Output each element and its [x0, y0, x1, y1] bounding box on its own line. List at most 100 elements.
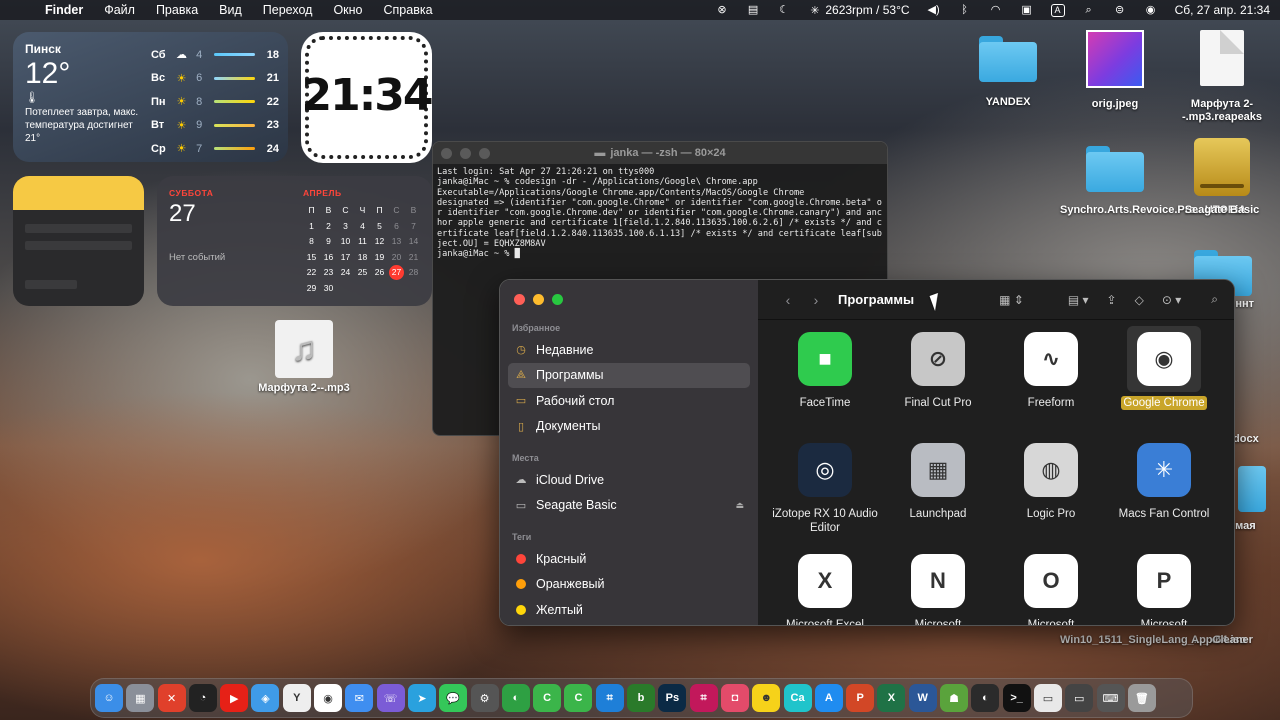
- dock-mail-icon[interactable]: ✉: [345, 684, 374, 712]
- share-icon[interactable]: ⇪: [1107, 293, 1117, 307]
- dock-youtube-icon[interactable]: ▶: [220, 684, 249, 712]
- desktop-drive-seagate[interactable]: Seagate Basic: [1167, 138, 1277, 217]
- calendar-widget[interactable]: СУББОТА 27 Нет событий АПРЕЛЬ ПВСЧПСВ 12…: [157, 176, 432, 306]
- app-item[interactable]: ✳ Macs Fan Control: [1107, 443, 1221, 521]
- app-item[interactable]: ⊘ Final Cut Pro: [881, 332, 995, 410]
- dock-app-crop-icon[interactable]: ⌗: [595, 684, 624, 712]
- recording-icon[interactable]: ⊗: [715, 4, 729, 16]
- menu-edit[interactable]: Правка: [156, 3, 198, 17]
- desktop-folder-yandex[interactable]: YANDEX: [953, 32, 1063, 109]
- dock-safari-icon[interactable]: ◈: [251, 684, 280, 712]
- dock-finder-icon[interactable]: ☺: [95, 684, 123, 712]
- dock-doc-icon[interactable]: ▭: [1033, 684, 1062, 712]
- terminal-output[interactable]: Last login: Sat Apr 27 21:26:21 on ttys0…: [433, 164, 887, 263]
- dock-capcut-1-icon[interactable]: C: [533, 684, 562, 712]
- app-item[interactable]: ▦ Launchpad: [881, 443, 995, 521]
- sidebar-item-icloud[interactable]: ☁ iCloud Drive: [508, 467, 750, 493]
- dock-keyboard-icon[interactable]: ⌨: [1096, 684, 1125, 712]
- dock-yandex-icon[interactable]: Y: [282, 684, 311, 712]
- dock-appstore-icon[interactable]: A: [814, 684, 843, 712]
- desktop-folder-synchro[interactable]: Synchro.Arts.Revoice.Pro...UTOPiA: [1060, 142, 1246, 217]
- app-item[interactable]: ∿ Freeform: [994, 332, 1108, 410]
- dock-photoshop-icon[interactable]: Ps: [658, 684, 687, 712]
- dock-excel-icon[interactable]: X: [877, 684, 906, 712]
- dock-speedtest-icon[interactable]: ◔: [188, 684, 217, 712]
- back-button[interactable]: ‹: [774, 292, 802, 308]
- moon-icon[interactable]: ☾: [777, 4, 791, 16]
- clock-widget[interactable]: 21:34: [301, 32, 432, 163]
- menu-app-name[interactable]: Finder: [45, 3, 83, 17]
- minimize-button[interactable]: [533, 294, 544, 305]
- sidebar-item-seagate[interactable]: ▭ Seagate Basic ⏏: [508, 493, 750, 519]
- app-item[interactable]: X Microsoft Excel: [768, 554, 882, 625]
- search-icon[interactable]: ⌕: [1211, 292, 1218, 307]
- desktop-file-win10[interactable]: Win10_1511_SingleLang_..._x64.iso: [1060, 634, 1246, 647]
- sidebar-item-desktop[interactable]: ▭ Рабочий стол: [508, 388, 750, 414]
- dock-app-gear-icon[interactable]: ⚙: [470, 684, 499, 712]
- dock-canva-icon[interactable]: Ca: [783, 684, 812, 712]
- app-item[interactable]: ◉ Google Chrome: [1107, 326, 1221, 410]
- app-item[interactable]: ◎ iZotope RX 10 Audio Editor: [768, 443, 882, 535]
- sidebar-item-recents[interactable]: ◷ Недавние: [508, 337, 750, 363]
- app-item[interactable]: ■ FaceTime: [768, 332, 882, 410]
- siri-icon[interactable]: ◉: [1144, 4, 1158, 16]
- desktop-app-appcleaner[interactable]: AppCleaner: [1167, 634, 1277, 647]
- more-icon[interactable]: ⊙ ▾: [1162, 293, 1181, 307]
- search-icon[interactable]: ⌕: [1082, 4, 1096, 16]
- desktop-file-mp3[interactable]: ♫ Марфута 2--.mp3: [249, 320, 359, 395]
- dock-obs-icon[interactable]: ◐: [971, 684, 1000, 712]
- tag-icon[interactable]: ◇: [1135, 293, 1144, 307]
- control-center-icon[interactable]: ⊜: [1113, 4, 1127, 16]
- dock-messages-icon[interactable]: 💬: [439, 684, 468, 712]
- dock-app-yellow-icon[interactable]: ☻: [752, 684, 781, 712]
- close-button[interactable]: [441, 148, 452, 159]
- close-button[interactable]: [514, 294, 525, 305]
- dock-telegram-icon[interactable]: ➤: [407, 684, 436, 712]
- sidebar-tag-orange[interactable]: Оранжевый: [508, 572, 750, 598]
- dock-capcut-2-icon[interactable]: C: [564, 684, 593, 712]
- dock-screenshot-icon[interactable]: ▭: [1065, 684, 1094, 712]
- zoom-button[interactable]: [552, 294, 563, 305]
- sidebar-item-documents[interactable]: ▯ Документы: [508, 414, 750, 440]
- input-source-indicator[interactable]: A: [1050, 3, 1065, 17]
- minimize-button[interactable]: [460, 148, 471, 159]
- sidebar-tag-red[interactable]: Красный: [508, 546, 750, 572]
- menu-help[interactable]: Справка: [384, 3, 433, 17]
- volume-icon[interactable]: ◀): [927, 4, 941, 16]
- app-item[interactable]: N Microsoft: [881, 554, 995, 625]
- sidebar-item-applications[interactable]: ⟁ Программы: [508, 362, 750, 388]
- group-icon[interactable]: ▤ ▾: [1068, 293, 1089, 307]
- dock-android-icon[interactable]: ☗: [940, 684, 969, 712]
- eject-icon[interactable]: ⏏: [735, 500, 744, 511]
- desktop-file-orig[interactable]: orig.jpeg: [1060, 30, 1170, 111]
- menu-file[interactable]: Файл: [104, 3, 135, 17]
- dock-app-b-icon[interactable]: b: [627, 684, 656, 712]
- dock-app-green-icon[interactable]: ◐: [501, 684, 530, 712]
- notes-widget[interactable]: [13, 176, 144, 306]
- wifi-icon[interactable]: ◠: [989, 4, 1003, 16]
- user-icon[interactable]: ▣: [1020, 4, 1034, 16]
- dock-viber-icon[interactable]: ☏: [376, 684, 405, 712]
- fan-status[interactable]: ✳ 2623rpm / 53°C: [808, 3, 909, 17]
- dock-app-x-icon[interactable]: ✕: [157, 684, 186, 712]
- dock-chrome-icon[interactable]: ◉: [314, 684, 343, 712]
- screen-icon[interactable]: ▤: [746, 4, 760, 16]
- dock-app-crop2-icon[interactable]: ⌗: [689, 684, 718, 712]
- desktop-file-docx[interactable]: .docx: [1230, 433, 1280, 446]
- app-item[interactable]: P Microsoft: [1107, 554, 1221, 625]
- dock-photobooth-icon[interactable]: ◘: [720, 684, 749, 712]
- app-item[interactable]: ◍ Logic Pro: [994, 443, 1108, 521]
- forward-button[interactable]: ›: [802, 292, 830, 308]
- menu-view[interactable]: Вид: [219, 3, 242, 17]
- app-item[interactable]: O Microsoft: [994, 554, 1108, 625]
- weather-widget[interactable]: Пинск 12° 🌡 Потеплеет завтра, макс. темп…: [13, 32, 288, 162]
- desktop-file-reapeaks[interactable]: Марфута 2--.mp3.reapeaks: [1167, 30, 1277, 124]
- dock-powerpoint-icon[interactable]: P: [846, 684, 875, 712]
- dock-trash-icon[interactable]: 🗑: [1127, 684, 1156, 712]
- dock-word-icon[interactable]: W: [908, 684, 937, 712]
- zoom-button[interactable]: [479, 148, 490, 159]
- view-mode-icon[interactable]: ▦ ⇕: [999, 293, 1024, 307]
- dock-terminal-icon[interactable]: >_: [1002, 684, 1031, 712]
- menu-window[interactable]: Окно: [333, 3, 362, 17]
- sidebar-tag-yellow[interactable]: Желтый: [508, 597, 750, 623]
